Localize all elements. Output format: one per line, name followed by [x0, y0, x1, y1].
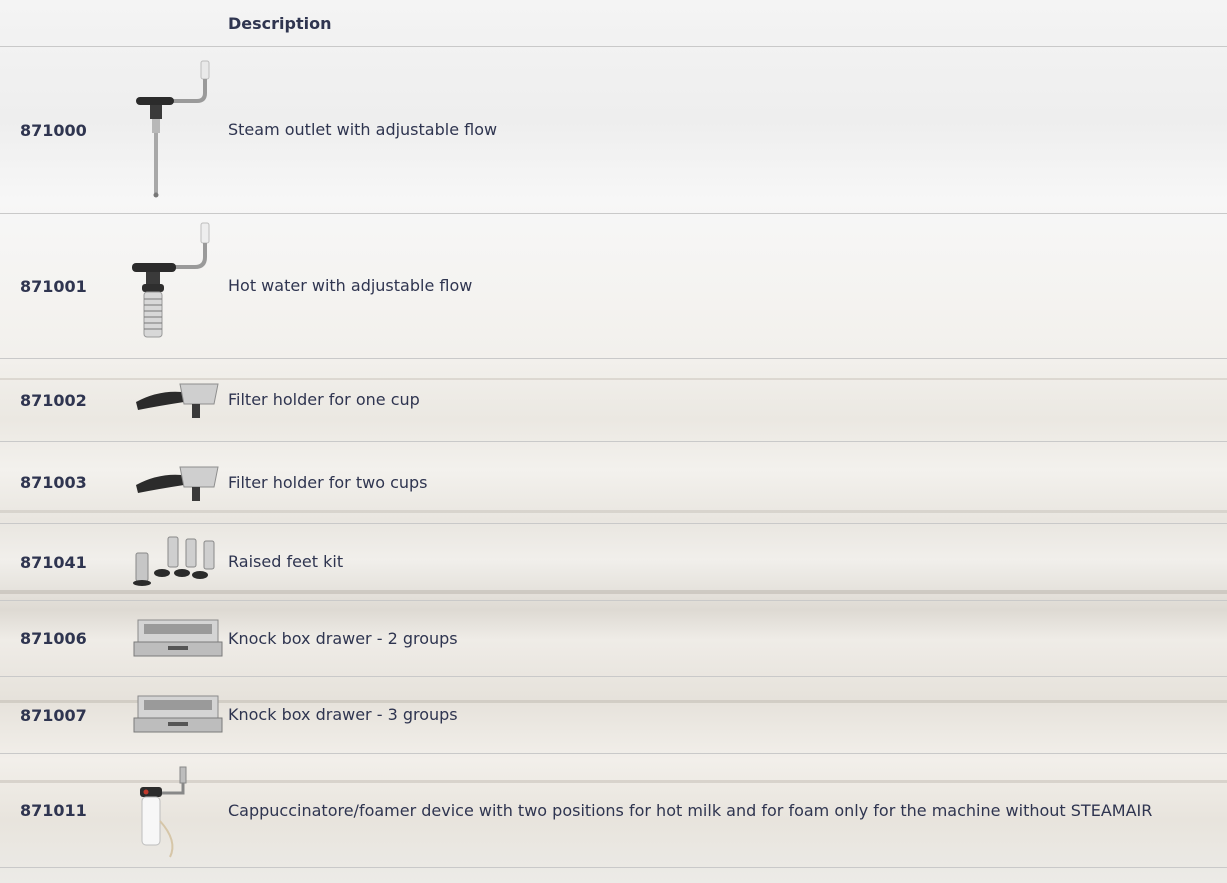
product-code: 871003 [0, 441, 128, 524]
table-header-row: Description [0, 0, 1227, 47]
table-row: 871002 Filter holder for one cup [0, 358, 1227, 442]
portafilter-icon [136, 466, 219, 501]
product-image [128, 600, 228, 677]
feet-kit-icon [133, 536, 215, 586]
product-image [128, 213, 228, 359]
steam-wand-icon [136, 60, 210, 198]
description-column-header: Description [228, 0, 1227, 47]
product-code: 871000 [0, 46, 128, 214]
product-image [128, 358, 228, 442]
product-code: 871002 [0, 358, 128, 442]
product-image [128, 441, 228, 524]
product-code: 871001 [0, 213, 128, 359]
foamer-device-icon [140, 766, 187, 857]
knock-box-icon [133, 619, 223, 656]
hot-water-wand-icon [132, 222, 210, 337]
product-description: Filter holder for two cups [228, 441, 1227, 524]
product-image [128, 676, 228, 754]
table-row: 871041 Raised feet kit [0, 523, 1227, 601]
table-row: 871011 Cappuccinatore/foamer device with… [0, 753, 1227, 868]
table-row: 871003 Filter holder for two cups [0, 441, 1227, 524]
product-description: Hot water with adjustable flow [228, 213, 1227, 359]
image-column-header [128, 0, 228, 47]
code-column-header [0, 0, 128, 47]
product-description: Knock box drawer - 3 groups [228, 676, 1227, 754]
table-row: 871006 Knock box drawer - 2 groups [0, 600, 1227, 677]
product-code: 871011 [0, 753, 128, 868]
product-image [128, 753, 228, 868]
product-code: 871006 [0, 600, 128, 677]
product-description: Filter holder for one cup [228, 358, 1227, 442]
knock-box-icon [133, 695, 223, 733]
product-code: 871007 [0, 676, 128, 754]
product-description: Cappuccinatore/foamer device with two po… [228, 753, 1227, 868]
product-description: Raised feet kit [228, 523, 1227, 601]
portafilter-icon [136, 383, 219, 418]
table-row: 871007 Knock box drawer - 3 groups [0, 676, 1227, 754]
table-row: 871000 Steam outlet with adjustable flow [0, 46, 1227, 214]
accessories-table: Description 871000 Steam outlet with adj… [0, 0, 1227, 868]
product-image [128, 523, 228, 601]
product-code: 871041 [0, 523, 128, 601]
table-row: 871001 Hot water with adjustable flow [0, 213, 1227, 359]
product-image [128, 46, 228, 214]
product-description: Steam outlet with adjustable flow [228, 46, 1227, 214]
product-description: Knock box drawer - 2 groups [228, 600, 1227, 677]
